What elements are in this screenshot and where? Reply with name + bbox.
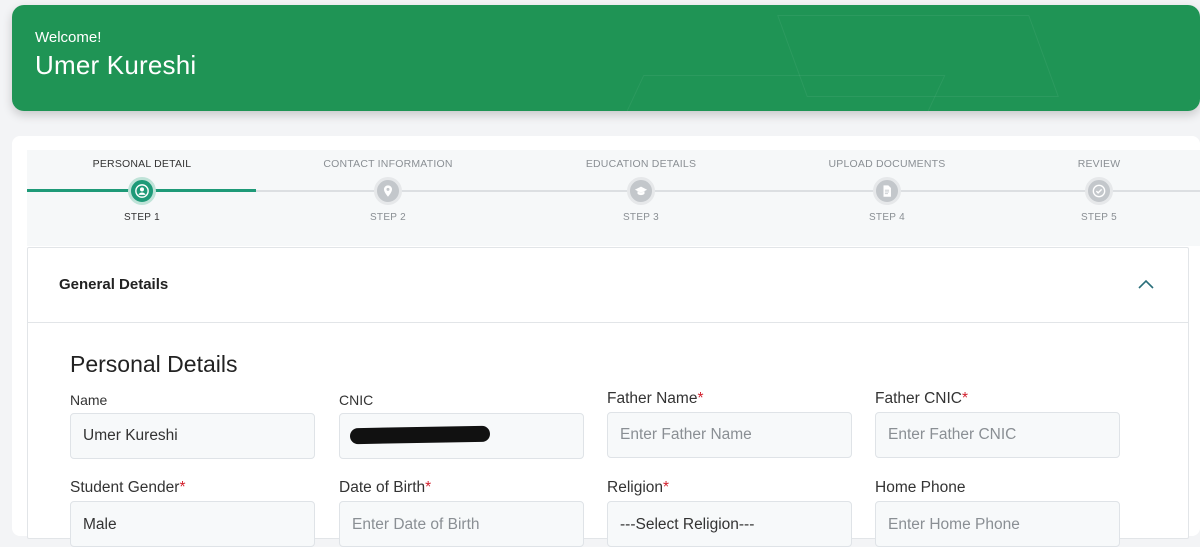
redaction-mark [349, 425, 491, 445]
field-label: Home Phone [875, 479, 966, 496]
religion-field: Religion* ---Select Religion--- [607, 478, 852, 547]
required-mark: * [179, 479, 186, 496]
graduation-cap-icon [627, 177, 655, 205]
field-label: Father Name* [607, 390, 704, 407]
field-label: Name [70, 392, 108, 408]
name-input[interactable]: Umer Kureshi [70, 413, 315, 459]
field-label: Father CNIC* [875, 390, 969, 407]
chevron-up-icon[interactable] [1136, 276, 1156, 292]
section-title: Personal Details [70, 351, 238, 377]
father-name-field: Father Name* Enter Father Name [607, 389, 852, 458]
gender-select[interactable]: Male [70, 501, 315, 547]
dob-field: Date of Birth* Enter Date of Birth [339, 478, 584, 547]
stepper: PERSONAL DETAIL STEP 1 CONTACT INFORMATI… [27, 150, 1200, 246]
cnic-field: CNIC [339, 390, 584, 459]
required-mark: * [663, 479, 670, 496]
home-phone-field: Home Phone Enter Home Phone [875, 478, 1120, 547]
user-name: Umer Kureshi [35, 50, 197, 80]
accordion-title: General Details [59, 276, 169, 293]
welcome-text: Welcome! [35, 29, 102, 46]
step-title: CONTACT INFORMATION [323, 158, 453, 170]
step-title: REVIEW [1077, 158, 1121, 170]
field-label: Student Gender* [70, 479, 186, 496]
father-cnic-field: Father CNIC* Enter Father CNIC [875, 389, 1120, 458]
religion-select[interactable]: ---Select Religion--- [607, 501, 852, 547]
father-name-input[interactable]: Enter Father Name [607, 412, 852, 458]
dob-input[interactable]: Enter Date of Birth [339, 501, 584, 547]
banner-decoration [777, 15, 1059, 97]
accordion-header[interactable]: General Details [28, 248, 1188, 323]
required-mark: * [425, 479, 432, 496]
field-label: Date of Birth* [339, 479, 432, 496]
step-title: EDUCATION DETAILS [585, 158, 697, 170]
father-cnic-input[interactable]: Enter Father CNIC [875, 412, 1120, 458]
user-icon [128, 177, 156, 205]
required-mark: * [697, 390, 704, 407]
home-phone-input[interactable]: Enter Home Phone [875, 501, 1120, 547]
field-label: Religion* [607, 479, 670, 496]
location-pin-icon [374, 177, 402, 205]
required-mark: * [962, 390, 969, 407]
check-circle-icon [1085, 177, 1113, 205]
step-title: UPLOAD DOCUMENTS [828, 158, 946, 170]
step-label: STEP 4 [868, 212, 906, 223]
welcome-banner: Welcome! Umer Kureshi [12, 5, 1200, 111]
gender-field: Student Gender* Male [70, 478, 315, 547]
step-title: PERSONAL DETAIL [92, 158, 192, 170]
step-label: STEP 1 [123, 212, 161, 223]
step-label: STEP 3 [622, 212, 660, 223]
name-field: Name Umer Kureshi [70, 390, 315, 459]
field-label: CNIC [339, 392, 374, 408]
document-icon [873, 177, 901, 205]
step-label: STEP 2 [369, 212, 407, 223]
cnic-input[interactable] [339, 413, 584, 459]
step-label: STEP 5 [1080, 212, 1118, 223]
